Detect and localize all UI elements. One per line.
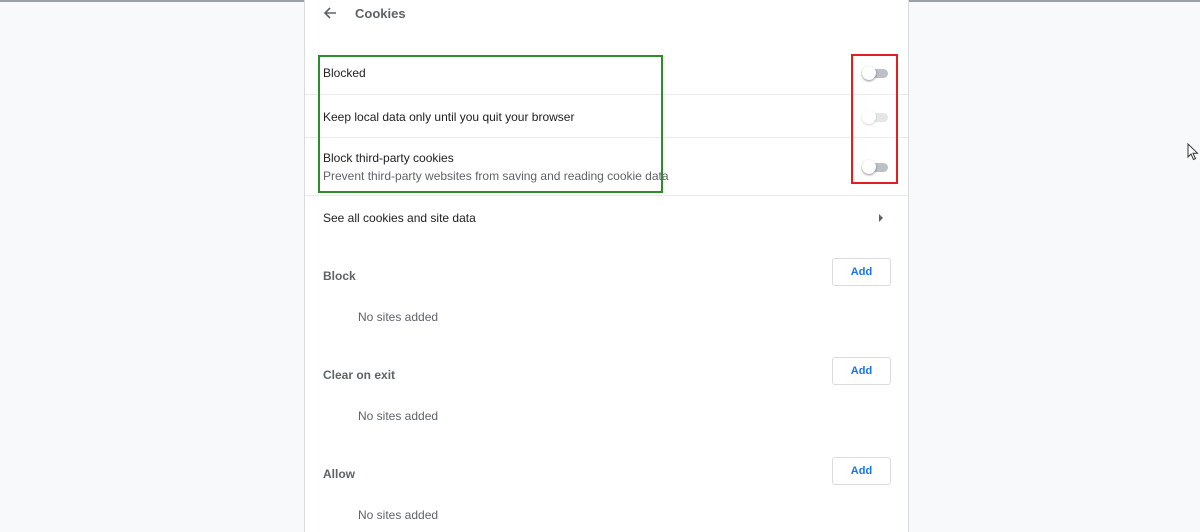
page-title: Cookies: [355, 6, 406, 21]
chevron-right-icon: [879, 214, 883, 222]
block-empty-text: No sites added: [358, 310, 439, 324]
green-highlight-box: [318, 55, 663, 193]
allow-add-button[interactable]: Add: [832, 457, 891, 485]
block-section-title: Block: [323, 269, 356, 283]
see-all-cookies-row[interactable]: See all cookies and site data: [305, 195, 908, 239]
page-header: Cookies: [305, 0, 908, 26]
allow-section-title: Allow: [323, 467, 355, 481]
red-highlight-box: [851, 54, 898, 184]
arrow-left-icon: [323, 7, 336, 19]
clear-on-exit-empty-text: No sites added: [358, 409, 439, 423]
allow-empty-text: No sites added: [358, 508, 439, 522]
back-button[interactable]: [321, 4, 339, 22]
see-all-cookies-label: See all cookies and site data: [323, 211, 476, 225]
clear-on-exit-section-title: Clear on exit: [323, 368, 396, 382]
clear-on-exit-add-button[interactable]: Add: [832, 357, 891, 385]
block-add-button[interactable]: Add: [832, 258, 891, 286]
mouse-cursor-icon: [1187, 143, 1199, 161]
